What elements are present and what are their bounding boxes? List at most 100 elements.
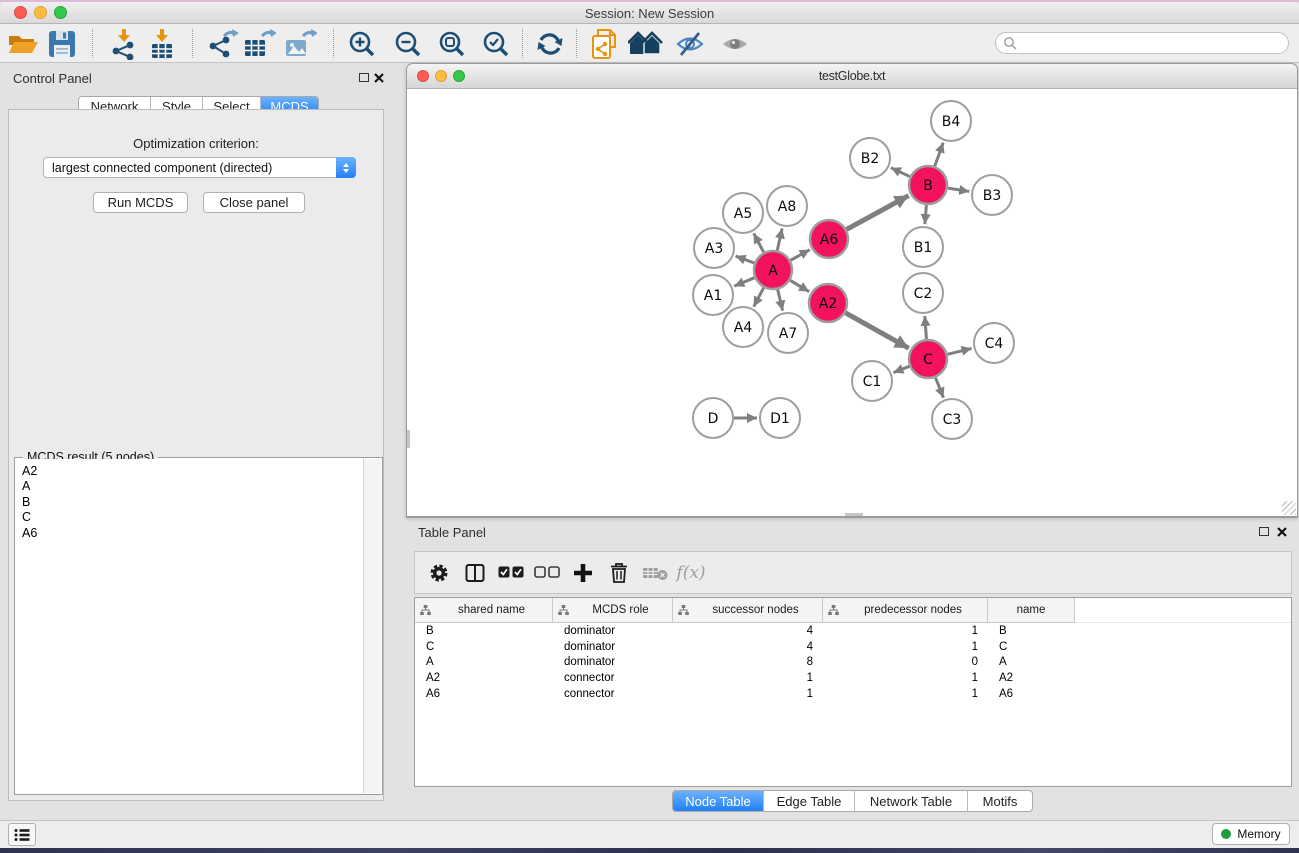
column-header-name[interactable]: name — [988, 598, 1075, 623]
zoom-out-button[interactable] — [390, 29, 426, 59]
home-button[interactable] — [628, 29, 664, 59]
control-panel-float-icon[interactable] — [359, 73, 369, 82]
search-icon — [1003, 36, 1017, 50]
graph-edge-A2-C[interactable] — [845, 313, 908, 348]
gear-icon — [428, 562, 450, 584]
graph-edge-A-A8[interactable] — [777, 228, 782, 250]
graph-edge-A-A3[interactable] — [736, 256, 755, 263]
save-session-button[interactable] — [44, 29, 80, 59]
result-scrollbar[interactable] — [363, 459, 381, 793]
table-row[interactable]: A2connector11A2 — [415, 670, 1291, 686]
search-box[interactable] — [995, 32, 1289, 54]
graph-node-label: C — [923, 352, 933, 368]
graph-node-label: A6 — [820, 232, 839, 248]
memory-label: Memory — [1237, 827, 1280, 841]
split-panel-icon — [465, 563, 485, 583]
graph-node-label: A2 — [819, 296, 837, 312]
zoom-selected-button[interactable] — [478, 29, 514, 59]
list-icon — [14, 828, 30, 842]
result-list-item[interactable]: A — [16, 479, 363, 494]
memory-button[interactable]: Memory — [1212, 823, 1290, 845]
graph-edge-B-B3[interactable] — [948, 188, 970, 191]
column-header-shared-name[interactable]: shared name — [415, 598, 553, 623]
graph-node-label: A8 — [778, 199, 796, 215]
column-header-MCDS-role[interactable]: MCDS role — [553, 598, 673, 623]
table-panel-close-icon[interactable] — [1277, 527, 1287, 537]
tab-edge-table[interactable]: Edge Table — [764, 791, 855, 811]
checked-checkboxes-icon — [498, 566, 524, 579]
graph-edge-A-A4[interactable] — [754, 288, 764, 307]
zoom-fit-button[interactable] — [434, 29, 470, 59]
graph-edge-C-C4[interactable] — [947, 348, 971, 354]
import-network-button[interactable] — [106, 29, 142, 59]
node-table: shared nameMCDS rolesuccessor nodesprede… — [414, 597, 1292, 787]
delete-column-button[interactable] — [601, 557, 637, 589]
optimization-criterion-dropdown[interactable]: largest connected component (directed) — [43, 157, 356, 178]
table-settings-button[interactable] — [421, 557, 457, 589]
graph-edge-A-A1[interactable] — [734, 278, 754, 286]
graph-edge-A6-B[interactable] — [847, 196, 909, 230]
result-list-item[interactable]: A6 — [16, 526, 363, 541]
table-panel-float-icon[interactable] — [1259, 527, 1269, 536]
graph-edge-B-B4[interactable] — [935, 143, 943, 167]
deselect-all-button[interactable] — [529, 557, 565, 589]
graph-edge-B-B1[interactable] — [925, 205, 927, 224]
graph-node-label: A7 — [779, 326, 797, 342]
table-cell: B — [988, 625, 1075, 637]
table-row[interactable]: A6connector11A6 — [415, 686, 1291, 702]
delete-table-button[interactable] — [637, 557, 673, 589]
graph-edge-C-C3[interactable] — [935, 378, 943, 398]
import-table-button[interactable] — [144, 29, 180, 59]
search-input[interactable] — [1017, 34, 1288, 52]
show-panels-button[interactable] — [8, 823, 36, 846]
function-builder-button[interactable]: f(x) — [673, 557, 709, 589]
graph-edge-A-A2[interactable] — [790, 280, 809, 291]
refresh-button[interactable] — [532, 29, 568, 59]
run-mcds-button[interactable]: Run MCDS — [93, 192, 188, 213]
graph-edge-C-C2[interactable] — [925, 316, 927, 339]
graph-edge-A-A6[interactable] — [790, 250, 809, 261]
hide-graphics-button[interactable] — [672, 29, 708, 59]
column-type-icon — [420, 605, 431, 616]
close-panel-button[interactable]: Close panel — [203, 192, 305, 213]
network-canvas[interactable]: B4B2BB3A5A8A6A3B1AA1C2A2A4A7C4CC1C3DD1 — [407, 90, 1297, 516]
delete-table-icon — [642, 565, 668, 581]
graph-edge-A-A5[interactable] — [754, 233, 764, 252]
graph-edge-A-A7[interactable] — [778, 289, 783, 310]
open-folder-icon — [7, 29, 39, 59]
table-panel-title: Table Panel — [418, 525, 486, 540]
show-graphics-button[interactable] — [717, 29, 753, 59]
graph-edge-B-B2[interactable] — [891, 168, 910, 177]
select-all-button[interactable] — [493, 557, 529, 589]
result-list-item[interactable]: A2 — [16, 464, 363, 479]
zoom-selected-icon — [481, 29, 511, 59]
table-cell: B — [415, 625, 553, 637]
result-list-item[interactable]: C — [16, 510, 363, 525]
tab-motifs[interactable]: Motifs — [968, 791, 1032, 811]
resize-grip-icon[interactable] — [1282, 501, 1296, 515]
export-image-button[interactable] — [282, 29, 318, 59]
add-column-button[interactable] — [565, 557, 601, 589]
column-header-successor-nodes[interactable]: successor nodes — [673, 598, 823, 623]
column-header-predecessor-nodes[interactable]: predecessor nodes — [823, 598, 988, 623]
export-network-button[interactable] — [205, 29, 241, 59]
header-filler — [1075, 598, 1291, 623]
table-row[interactable]: Bdominator41B — [415, 623, 1291, 639]
open-session-button[interactable] — [5, 29, 41, 59]
main-toolbar — [0, 24, 1299, 63]
table-row[interactable]: Cdominator41C — [415, 639, 1291, 655]
tab-node-table[interactable]: Node Table — [673, 791, 764, 811]
network-document-button[interactable] — [586, 29, 622, 59]
table-row[interactable]: Adominator80A — [415, 654, 1291, 670]
canvas-bottom-scrollmark — [845, 513, 863, 516]
tab-network-table[interactable]: Network Table — [855, 791, 968, 811]
export-table-button[interactable] — [241, 29, 277, 59]
split-panel-button[interactable] — [457, 557, 493, 589]
result-list-item[interactable]: B — [16, 495, 363, 510]
graph-node-label: B4 — [942, 114, 961, 130]
column-type-icon — [678, 605, 689, 616]
zoom-in-button[interactable] — [344, 29, 380, 59]
graph-node-label: B — [923, 178, 933, 194]
graph-edge-C-C1[interactable] — [893, 366, 909, 372]
control-panel-close-icon[interactable] — [374, 73, 384, 83]
